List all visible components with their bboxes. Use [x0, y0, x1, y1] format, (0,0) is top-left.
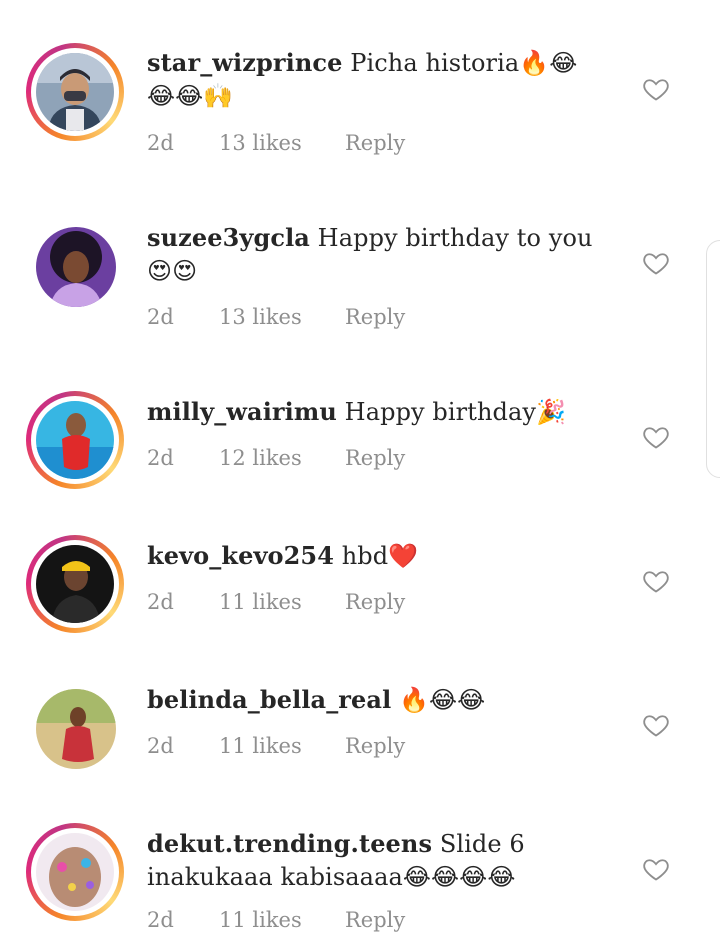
comment-emoji: 😍😍: [147, 257, 198, 285]
avatar-story-ring[interactable]: [26, 43, 124, 141]
avatar-container[interactable]: [26, 679, 124, 777]
avatar-story-ring[interactable]: [26, 535, 124, 633]
comment-username[interactable]: suzee3ygcla: [147, 223, 310, 252]
heart-outline-icon[interactable]: [641, 711, 671, 739]
reply-button[interactable]: Reply: [345, 446, 405, 470]
comment-text: inakukaaa kabisaaaa: [147, 863, 403, 891]
avatar-container[interactable]: [26, 217, 124, 315]
heart-outline-icon[interactable]: [641, 75, 671, 103]
comment-username[interactable]: belinda_bella_real: [147, 685, 391, 714]
reply-button[interactable]: Reply: [345, 908, 405, 932]
comment-emoji: ❤️: [388, 542, 419, 570]
comment-text: Happy birthday: [344, 398, 537, 426]
comment-likes-count[interactable]: 11 likes: [219, 908, 345, 932]
comment-timestamp: 2d: [147, 590, 174, 614]
comment-username[interactable]: dekut.trending.teens: [147, 829, 432, 858]
avatar: [36, 53, 114, 131]
comment-emoji: 😂😂🙌: [147, 82, 234, 110]
comment-emoji: 🎉: [536, 398, 567, 426]
comment-username[interactable]: kevo_kevo254: [147, 541, 334, 570]
avatar: [36, 227, 116, 307]
avatar-story-ring[interactable]: [26, 823, 124, 921]
comment-likes-count[interactable]: 11 likes: [219, 590, 345, 614]
comment-likes-count[interactable]: 11 likes: [219, 734, 345, 758]
avatar: [36, 833, 114, 911]
heart-outline-icon[interactable]: [641, 423, 671, 451]
heart-outline-icon[interactable]: [641, 249, 671, 277]
side-panel-edge: [706, 240, 720, 478]
heart-outline-icon[interactable]: [641, 567, 671, 595]
avatar: [36, 545, 114, 623]
comment-likes-count[interactable]: 12 likes: [219, 446, 345, 470]
comment-username[interactable]: star_wizprince: [147, 48, 342, 77]
comment-timestamp: 2d: [147, 305, 174, 329]
comment-emoji: 😂😂😂😂: [402, 863, 516, 891]
comment-likes-count[interactable]: 13 likes: [219, 305, 345, 329]
avatar: [36, 401, 114, 479]
comment-timestamp: 2d: [147, 908, 174, 932]
heart-outline-icon[interactable]: [641, 855, 671, 883]
reply-button[interactable]: Reply: [345, 734, 405, 758]
comment-timestamp: 2d: [147, 131, 174, 155]
comment-emoji: 🔥😂😂: [399, 686, 486, 714]
avatar: [36, 689, 116, 769]
comment-username[interactable]: milly_wairimu: [147, 397, 337, 426]
comment-text: Slide 6: [439, 830, 525, 858]
reply-button[interactable]: Reply: [345, 131, 405, 155]
comment-text: hbd: [341, 542, 389, 570]
comment-text: Picha historia: [350, 49, 520, 77]
reply-button[interactable]: Reply: [345, 590, 405, 614]
comment-timestamp: 2d: [147, 446, 174, 470]
avatar-story-ring[interactable]: [26, 391, 124, 489]
comment-emoji: 🔥😂: [519, 49, 578, 77]
comment-likes-count[interactable]: 13 likes: [219, 131, 345, 155]
comment-text: Happy birthday to you: [317, 224, 593, 252]
comment-timestamp: 2d: [147, 734, 174, 758]
reply-button[interactable]: Reply: [345, 305, 405, 329]
